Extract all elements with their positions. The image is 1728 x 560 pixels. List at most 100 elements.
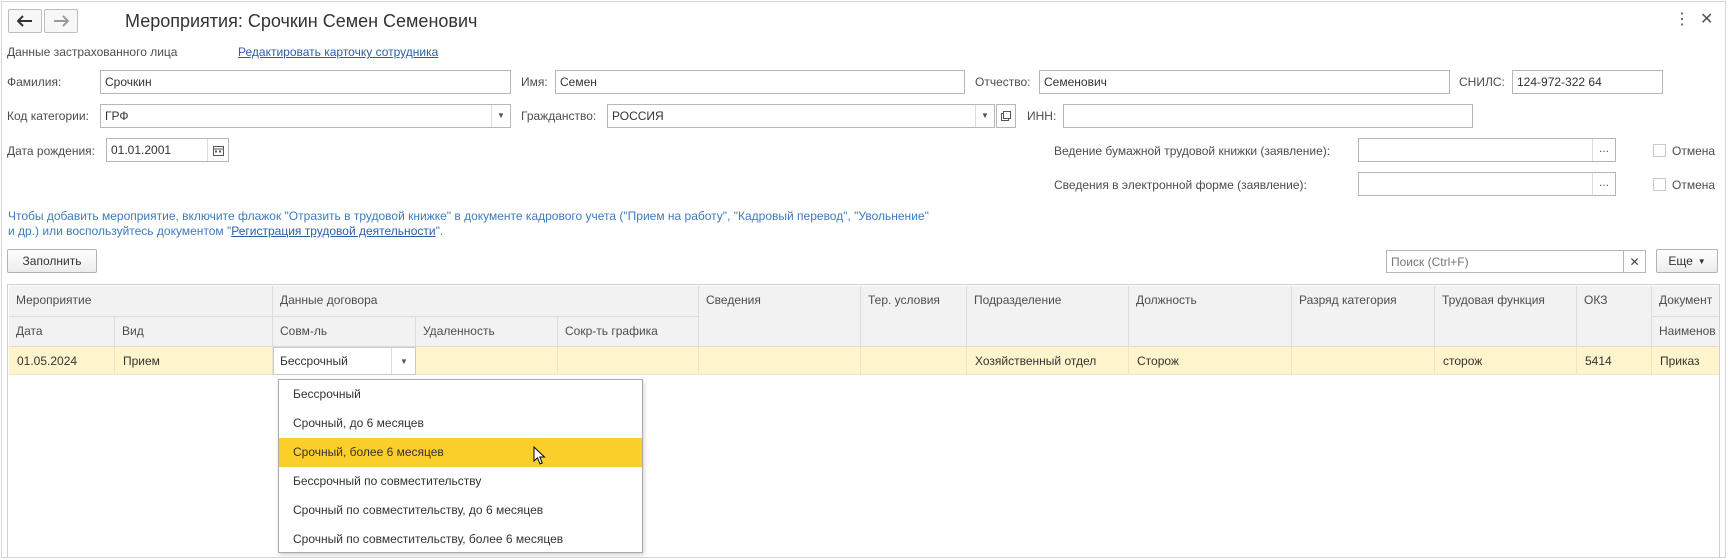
dropdown-option[interactable]: Срочный, до 6 месяцев: [279, 409, 642, 438]
clear-search-icon[interactable]: ✕: [1624, 250, 1646, 273]
more-menu-icon[interactable]: ⋮: [1674, 10, 1690, 30]
search-input[interactable]: [1391, 251, 1601, 273]
forward-button[interactable]: [44, 9, 78, 33]
inn-label: ИНН:: [1027, 109, 1057, 123]
birth-date-label: Дата рождения:: [7, 144, 95, 158]
birth-date-field[interactable]: 01.01.2001: [106, 138, 229, 162]
chevron-down-icon[interactable]: ▼: [391, 348, 416, 374]
subheader-doc-name[interactable]: Наименов: [1652, 317, 1719, 347]
cell-reduction[interactable]: [558, 347, 699, 375]
first-name-field[interactable]: [555, 70, 965, 94]
cell-position[interactable]: Сторож: [1129, 347, 1292, 375]
dropdown-option[interactable]: Срочный, более 6 месяцев: [279, 438, 642, 467]
inn-field[interactable]: [1063, 104, 1473, 128]
cell-remoteness[interactable]: [416, 347, 558, 375]
close-icon[interactable]: ✕: [1700, 10, 1713, 30]
snils-field[interactable]: [1512, 70, 1663, 94]
header-position[interactable]: Должность: [1129, 286, 1292, 347]
fill-button[interactable]: Заполнить: [7, 249, 97, 273]
combination-editor[interactable]: ▼: [273, 347, 416, 375]
select-ellipsis-icon[interactable]: ...: [1592, 173, 1615, 195]
subheader-remoteness[interactable]: Удаленность: [416, 317, 558, 347]
calendar-icon[interactable]: [207, 139, 228, 161]
last-name-field[interactable]: [100, 70, 511, 94]
info-line-2-suffix: ".: [435, 224, 444, 238]
select-ellipsis-icon[interactable]: ...: [1592, 139, 1615, 161]
electronic-field[interactable]: ...: [1358, 172, 1616, 196]
events-table: Мероприятие Данные договора Сведения Тер…: [7, 284, 1720, 558]
header-event[interactable]: Мероприятие: [9, 286, 273, 317]
dropdown-option[interactable]: Срочный по совместительству, более 6 мес…: [279, 525, 642, 554]
patronymic-label: Отчество:: [975, 75, 1031, 89]
open-window-icon: [1001, 111, 1011, 121]
citizenship-label: Гражданство:: [521, 109, 597, 123]
edit-card-link[interactable]: Редактировать карточку сотрудника: [238, 45, 438, 59]
last-name-input[interactable]: [105, 71, 506, 93]
snils-input[interactable]: [1517, 71, 1658, 93]
subheader-reduction[interactable]: Сокр-ть графика: [558, 317, 699, 347]
dropdown-option[interactable]: Срочный по совместительству, до 6 месяце…: [279, 496, 642, 525]
header-grade[interactable]: Разряд категория: [1292, 286, 1435, 347]
more-button[interactable]: Еще ▼: [1656, 249, 1718, 273]
page-title: Мероприятия: Срочкин Семен Семенович: [125, 11, 478, 31]
patronymic-field[interactable]: [1039, 70, 1450, 94]
header-okz[interactable]: ОКЗ: [1577, 286, 1652, 347]
subheader-combination[interactable]: Совм-ль: [273, 317, 416, 347]
subheader-kind[interactable]: Вид: [115, 317, 273, 347]
insured-section-label: Данные застрахованного лица: [7, 45, 178, 59]
search-field[interactable]: [1386, 250, 1624, 273]
paper-book-cancel-checkbox[interactable]: [1653, 144, 1666, 157]
back-button[interactable]: [8, 9, 42, 33]
paper-book-cancel-label: Отмена: [1672, 144, 1716, 158]
chevron-down-icon[interactable]: ▼: [491, 105, 510, 127]
first-name-input[interactable]: [560, 71, 960, 93]
paper-book-field[interactable]: ...: [1358, 138, 1616, 162]
cell-info[interactable]: [699, 347, 861, 375]
arrow-left-icon: [17, 15, 32, 27]
cell-kind[interactable]: Прием: [115, 347, 273, 375]
registration-link[interactable]: Регистрация трудовой деятельности: [231, 224, 435, 238]
combination-input[interactable]: [280, 348, 380, 374]
header-contract[interactable]: Данные договора: [273, 286, 699, 317]
info-line-2: и др.) или воспользуйтесь документом "Ре…: [8, 224, 929, 239]
cell-grade[interactable]: [1292, 347, 1435, 375]
open-citizenship-button[interactable]: [996, 104, 1016, 128]
header-info[interactable]: Сведения: [699, 286, 861, 347]
citizenship-value: РОССИЯ: [612, 109, 664, 123]
header-division[interactable]: Подразделение: [967, 286, 1129, 347]
info-line-2-prefix: и др.) или воспользуйтесь документом ": [8, 224, 232, 238]
combination-dropdown: Бессрочный Срочный, до 6 месяцев Срочный…: [278, 379, 643, 553]
category-label: Код категории:: [7, 109, 89, 123]
dropdown-option[interactable]: Бессрочный по совместительству: [279, 467, 642, 496]
dropdown-option[interactable]: Бессрочный: [279, 380, 642, 409]
last-name-label: Фамилия:: [7, 75, 62, 89]
patronymic-input[interactable]: [1044, 71, 1445, 93]
inn-input[interactable]: [1068, 105, 1468, 127]
electronic-cancel-checkbox[interactable]: [1653, 178, 1666, 191]
more-button-label: Еще: [1668, 254, 1693, 268]
cell-okz[interactable]: 5414: [1577, 347, 1652, 375]
electronic-label: Сведения в электронной форме (заявление)…: [1054, 178, 1307, 192]
header-ter[interactable]: Тер. условия: [861, 286, 967, 347]
chevron-down-icon: ▼: [1697, 256, 1706, 266]
first-name-label: Имя:: [521, 75, 548, 89]
info-line-1: Чтобы добавить мероприятие, включите фла…: [8, 209, 929, 223]
category-value: ГРФ: [105, 109, 129, 123]
category-select[interactable]: ГРФ ▼: [100, 104, 511, 128]
chevron-down-icon[interactable]: ▼: [975, 105, 994, 127]
snils-label: СНИЛС:: [1459, 75, 1505, 89]
arrow-right-icon: [54, 15, 69, 27]
electronic-cancel-label: Отмена: [1672, 178, 1716, 192]
cell-function[interactable]: сторож: [1435, 347, 1577, 375]
cell-division[interactable]: Хозяйственный отдел: [967, 347, 1129, 375]
cell-date[interactable]: 01.05.2024: [9, 347, 115, 375]
paper-book-label: Ведение бумажной трудовой книжки (заявле…: [1054, 144, 1331, 158]
info-text: Чтобы добавить мероприятие, включите фла…: [8, 209, 929, 239]
birth-date-value: 01.01.2001: [111, 143, 172, 157]
citizenship-select[interactable]: РОССИЯ ▼: [607, 104, 995, 128]
subheader-date[interactable]: Дата: [9, 317, 115, 347]
cell-document[interactable]: Приказ: [1652, 347, 1719, 375]
header-document[interactable]: Документ: [1652, 286, 1719, 317]
cell-ter[interactable]: [861, 347, 967, 375]
header-function[interactable]: Трудовая функция: [1435, 286, 1577, 347]
